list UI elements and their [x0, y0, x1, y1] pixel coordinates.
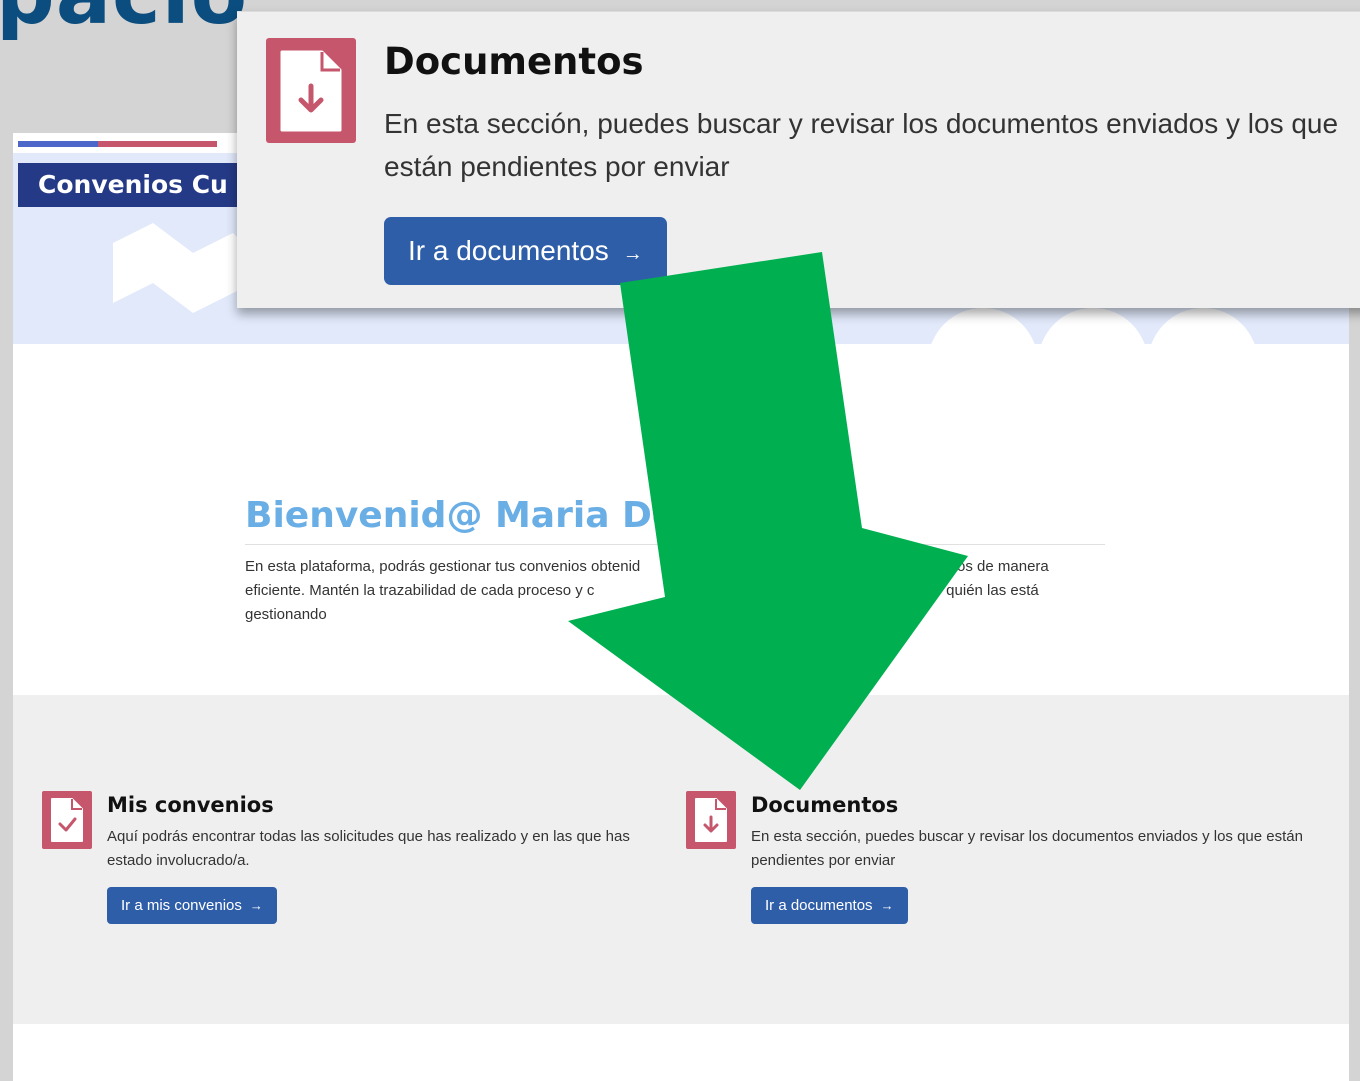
gov-bar-red: [98, 141, 217, 147]
zoom-description: En esta sección, puedes buscar y revisar…: [384, 108, 1339, 182]
welcome-text: En esta plataforma, podrás gestionar tus…: [245, 558, 1053, 623]
welcome-heading: Bienvenid@ Maria Del: [245, 495, 1105, 545]
card-title: Documentos: [751, 793, 899, 817]
brand-title[interactable]: Convenios Cu: [18, 163, 249, 207]
card-description: En esta sección, puedes buscar y revisar…: [751, 828, 1303, 869]
card-title: Mis convenios: [107, 793, 274, 817]
gov-bar-blue: [18, 141, 98, 147]
go-to-convenios-button[interactable]: Ir a mis convenios →: [107, 887, 277, 924]
button-label: Ir a documentos: [408, 235, 609, 266]
document-check-icon: [42, 791, 92, 849]
cards-section: Mis convenios Aquí podrás encontrar toda…: [13, 695, 1349, 1024]
document-download-icon: [686, 791, 736, 849]
arrow-right-icon: →: [880, 898, 894, 913]
zoom-go-to-documentos-button[interactable]: Ir a documentos →: [384, 217, 667, 285]
button-label: Ir a mis convenios: [121, 897, 242, 914]
go-to-documentos-button[interactable]: Ir a documentos →: [751, 887, 908, 924]
button-label: Ir a documentos: [765, 897, 873, 914]
hero-zigzag-shape: [113, 223, 253, 313]
hero-circles-shape: [931, 308, 1255, 344]
arrow-right-icon: →: [249, 898, 263, 913]
card-description: Aquí podrás encontrar todas las solicitu…: [107, 828, 630, 869]
zoom-callout-documentos: Documentos En esta sección, puedes busca…: [237, 11, 1360, 308]
zoom-title: Documentos: [384, 40, 644, 83]
arrow-right-icon: →: [622, 243, 643, 265]
document-download-icon: [266, 38, 356, 143]
gov-color-bar: [18, 141, 217, 147]
welcome-section: Bienvenid@ Maria Del En esta plataforma,…: [245, 495, 1105, 627]
page-big-title: pacio: [0, 0, 248, 43]
